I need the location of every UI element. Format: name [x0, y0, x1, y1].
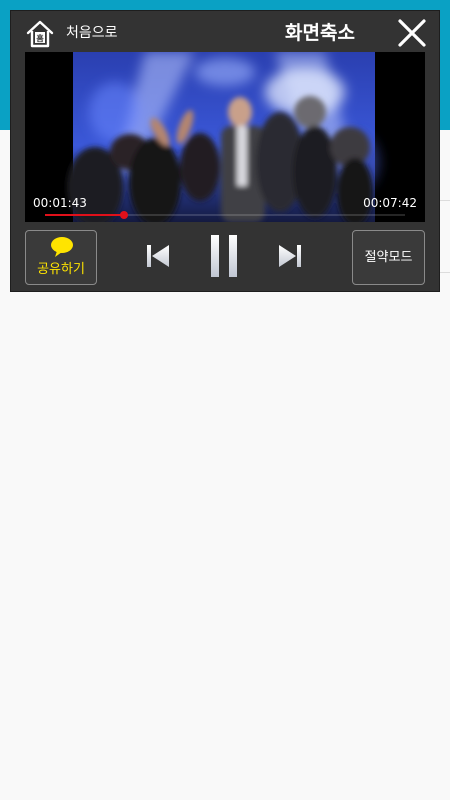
- pause-icon: [211, 235, 237, 277]
- speech-bubble-icon: [51, 237, 73, 257]
- background-divider: [440, 272, 450, 273]
- skip-next-icon: [279, 245, 301, 267]
- player-title: 화면축소: [285, 22, 355, 44]
- home-label[interactable]: 처음으로: [66, 23, 118, 43]
- close-icon: [398, 19, 426, 47]
- share-label: 공유하기: [37, 262, 85, 277]
- total-time: 00:07:42: [363, 196, 417, 210]
- next-button[interactable]: [277, 242, 303, 270]
- svg-text:홈: 홈: [36, 33, 44, 43]
- progress-fill: [45, 214, 125, 216]
- current-time: 00:01:43: [33, 196, 87, 210]
- saving-mode-button[interactable]: 절약모드: [352, 230, 425, 285]
- previous-button[interactable]: [145, 242, 171, 270]
- home-icon: 홈: [26, 20, 54, 48]
- mini-video-player: 홈 처음으로 화면축소 00:01:43 00:07:42 공유하기 절약모드: [10, 10, 440, 292]
- video-view[interactable]: 00:01:43 00:07:42: [25, 52, 425, 222]
- pause-button[interactable]: [209, 233, 239, 279]
- close-button[interactable]: [397, 18, 427, 48]
- progress-bar[interactable]: [45, 211, 405, 219]
- home-button[interactable]: 홈: [25, 19, 55, 49]
- background-divider: [440, 200, 450, 201]
- share-button[interactable]: 공유하기: [25, 230, 97, 285]
- skip-previous-icon: [147, 245, 169, 267]
